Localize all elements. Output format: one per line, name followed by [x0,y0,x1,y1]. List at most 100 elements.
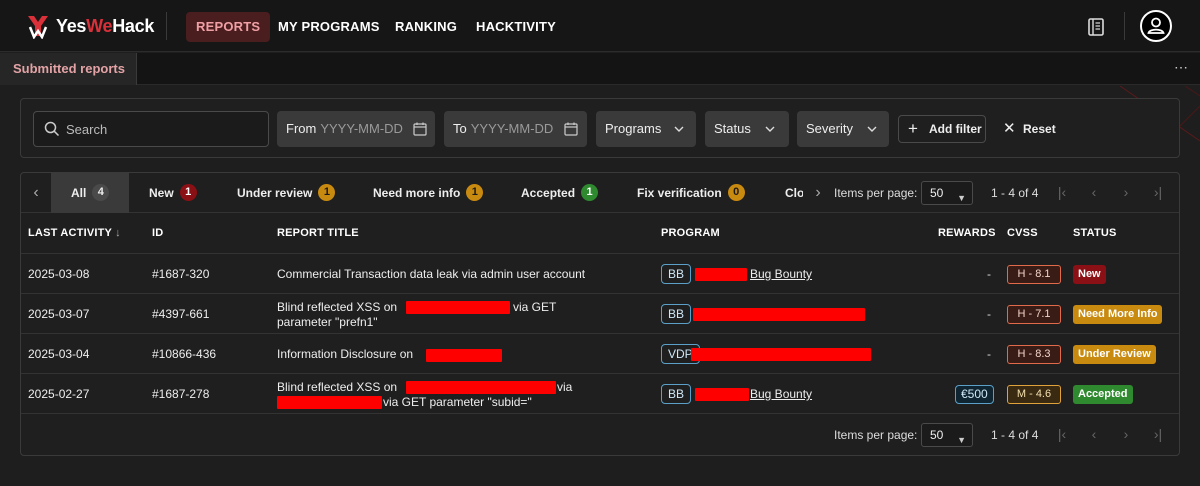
brand-name: YesWeHack [56,15,155,36]
nav-reports[interactable]: REPORTS [186,12,271,42]
add-filter-button[interactable]: + Add filter [898,115,986,143]
program-type-tag: BB [661,264,692,284]
row-date: 2025-03-04 [28,347,90,361]
tab-count-badge: 1 [581,184,599,202]
row-id: #4397-661 [152,307,210,321]
to-label: To [453,121,467,136]
chevron-down-icon: ▼ [957,435,966,445]
row-title-line2[interactable]: parameter "prefn1" [277,315,378,329]
tab-closed[interactable]: Clo [785,173,803,213]
nav-hacktivity[interactable]: HACKTIVITY [476,12,556,42]
filter-bar: FromYYYY-MM-DD ToYYYY-MM-DD Programs Sta… [20,98,1180,158]
plus-icon: + [908,119,918,138]
redacted-block [406,301,510,314]
tab-need-more-info[interactable]: Need more info 1 [373,173,484,213]
severity-dropdown[interactable]: Severity [797,111,889,147]
status-dropdown[interactable]: Status [705,111,789,147]
tab-under-review[interactable]: Under review 1 [237,173,336,213]
search-box[interactable] [33,111,269,147]
row-title-cont[interactable]: via [557,380,572,394]
col-id: ID [152,227,164,239]
prev-page-icon[interactable]: ‹ [1084,182,1104,202]
nav-right-divider [1124,12,1125,40]
reports-table-panel: ‹ All 4 New 1 Under review 1 Need more info… [20,172,1180,456]
tabs-scroll-right-icon[interactable]: › [803,173,833,213]
search-input[interactable] [66,112,262,146]
row-date: 2025-03-08 [28,267,90,281]
row-reward: - [987,267,991,281]
program-link[interactable]: Bug Bounty [750,267,812,281]
row-reward: - [987,347,991,361]
last-page-icon[interactable]: ›| [1148,424,1168,444]
tab-fix-verification[interactable]: Fix verification 0 [637,173,745,213]
user-icon [1147,17,1165,34]
tab-all[interactable]: All 4 [51,173,129,213]
table-row[interactable]: 2025-03-04 #10866-436 Information Disclo… [21,334,1179,374]
status-label: Status [714,121,751,136]
sub-tab-bar: Submitted reports ⋯ [0,53,1200,85]
items-per-page-label: Items per page: [834,186,918,200]
calendar-icon[interactable] [413,122,427,136]
user-avatar[interactable] [1140,10,1172,42]
from-date-field[interactable]: From YYYY-MM-DD [277,111,435,147]
more-options-icon[interactable]: ⋯ [1174,59,1189,76]
row-title-cont[interactable]: via GET [513,300,556,314]
first-page-icon[interactable]: |‹ [1052,182,1072,202]
status-badge: New [1073,265,1106,284]
status-badge: Accepted [1073,385,1133,404]
row-title[interactable]: Information Disclosure on [277,347,413,361]
severity-label: Severity [806,121,853,136]
tab-accepted[interactable]: Accepted 1 [521,173,599,213]
program-link[interactable]: Bug Bounty [750,387,812,401]
status-tabs-row: ‹ All 4 New 1 Under review 1 Need more info… [21,173,1179,213]
reset-button[interactable]: ✕ Reset [1001,115,1056,143]
cvss-badge: M - 4.6 [1007,385,1061,404]
row-id: #1687-278 [152,387,210,401]
col-rewards: REWARDS [938,227,996,239]
redacted-block [691,348,871,361]
row-id: #10866-436 [152,347,217,361]
table-row[interactable]: 2025-02-27 #1687-278 Blind reflected XSS… [21,374,1179,414]
next-page-icon[interactable]: › [1116,424,1136,444]
programs-dropdown[interactable]: Programs [596,111,696,147]
nav-ranking[interactable]: RANKING [395,12,457,42]
redacted-block [277,396,382,409]
table-row[interactable]: 2025-03-08 #1687-320 Commercial Transact… [21,254,1179,294]
redacted-block [406,381,556,394]
table-row[interactable]: 2025-03-07 #4397-661 Blind reflected XSS… [21,294,1179,334]
reset-label: Reset [1023,122,1056,136]
to-date-field[interactable]: To YYYY-MM-DD [444,111,587,147]
chevron-down-icon [867,126,877,132]
status-badge: Under Review [1073,345,1156,364]
col-report-title: REPORT TITLE [277,227,359,239]
nav-my-programs[interactable]: MY PROGRAMS [278,12,380,42]
col-last-activity[interactable]: LAST ACTIVITY ↓ [28,227,121,239]
row-title[interactable]: Commercial Transaction data leak via adm… [277,267,585,281]
logo-icon [28,16,48,39]
calendar-icon[interactable] [564,122,578,136]
page-range: 1 - 4 of 4 [991,428,1039,442]
prev-page-icon[interactable]: ‹ [1084,424,1104,444]
table-header: LAST ACTIVITY ↓ ID REPORT TITLE PROGRAM … [21,214,1179,254]
row-title[interactable]: Blind reflected XSS on [277,380,397,394]
next-page-icon[interactable]: › [1116,182,1136,202]
to-placeholder: YYYY-MM-DD [470,121,554,136]
row-title[interactable]: Blind reflected XSS on [277,300,397,314]
tab-count-badge: 1 [179,184,197,202]
chevron-down-icon: ▼ [957,193,966,203]
redacted-block [426,349,502,362]
first-page-icon[interactable]: |‹ [1052,424,1072,444]
sort-down-icon: ↓ [115,227,121,239]
tab-submitted-reports[interactable]: Submitted reports [0,53,137,85]
documentation-icon[interactable] [1086,17,1106,37]
tab-new[interactable]: New 1 [149,173,197,213]
items-per-page-select[interactable]: 50 ▼ [921,181,973,205]
row-title-line2[interactable]: via GET parameter "subid=" [383,395,532,409]
tabs-scroll-left-icon[interactable]: ‹ [21,173,51,213]
last-page-icon[interactable]: ›| [1148,182,1168,202]
brand-logo[interactable]: YesWeHack [26,12,154,40]
top-navigation: YesWeHack REPORTS MY PROGRAMS RANKING HA… [0,0,1200,52]
items-per-page-select[interactable]: 50 ▼ [921,423,973,447]
tab-count-badge: 4 [92,184,110,202]
status-tabs: All 4 New 1 Under review 1 Need more info 1 … [51,173,803,213]
